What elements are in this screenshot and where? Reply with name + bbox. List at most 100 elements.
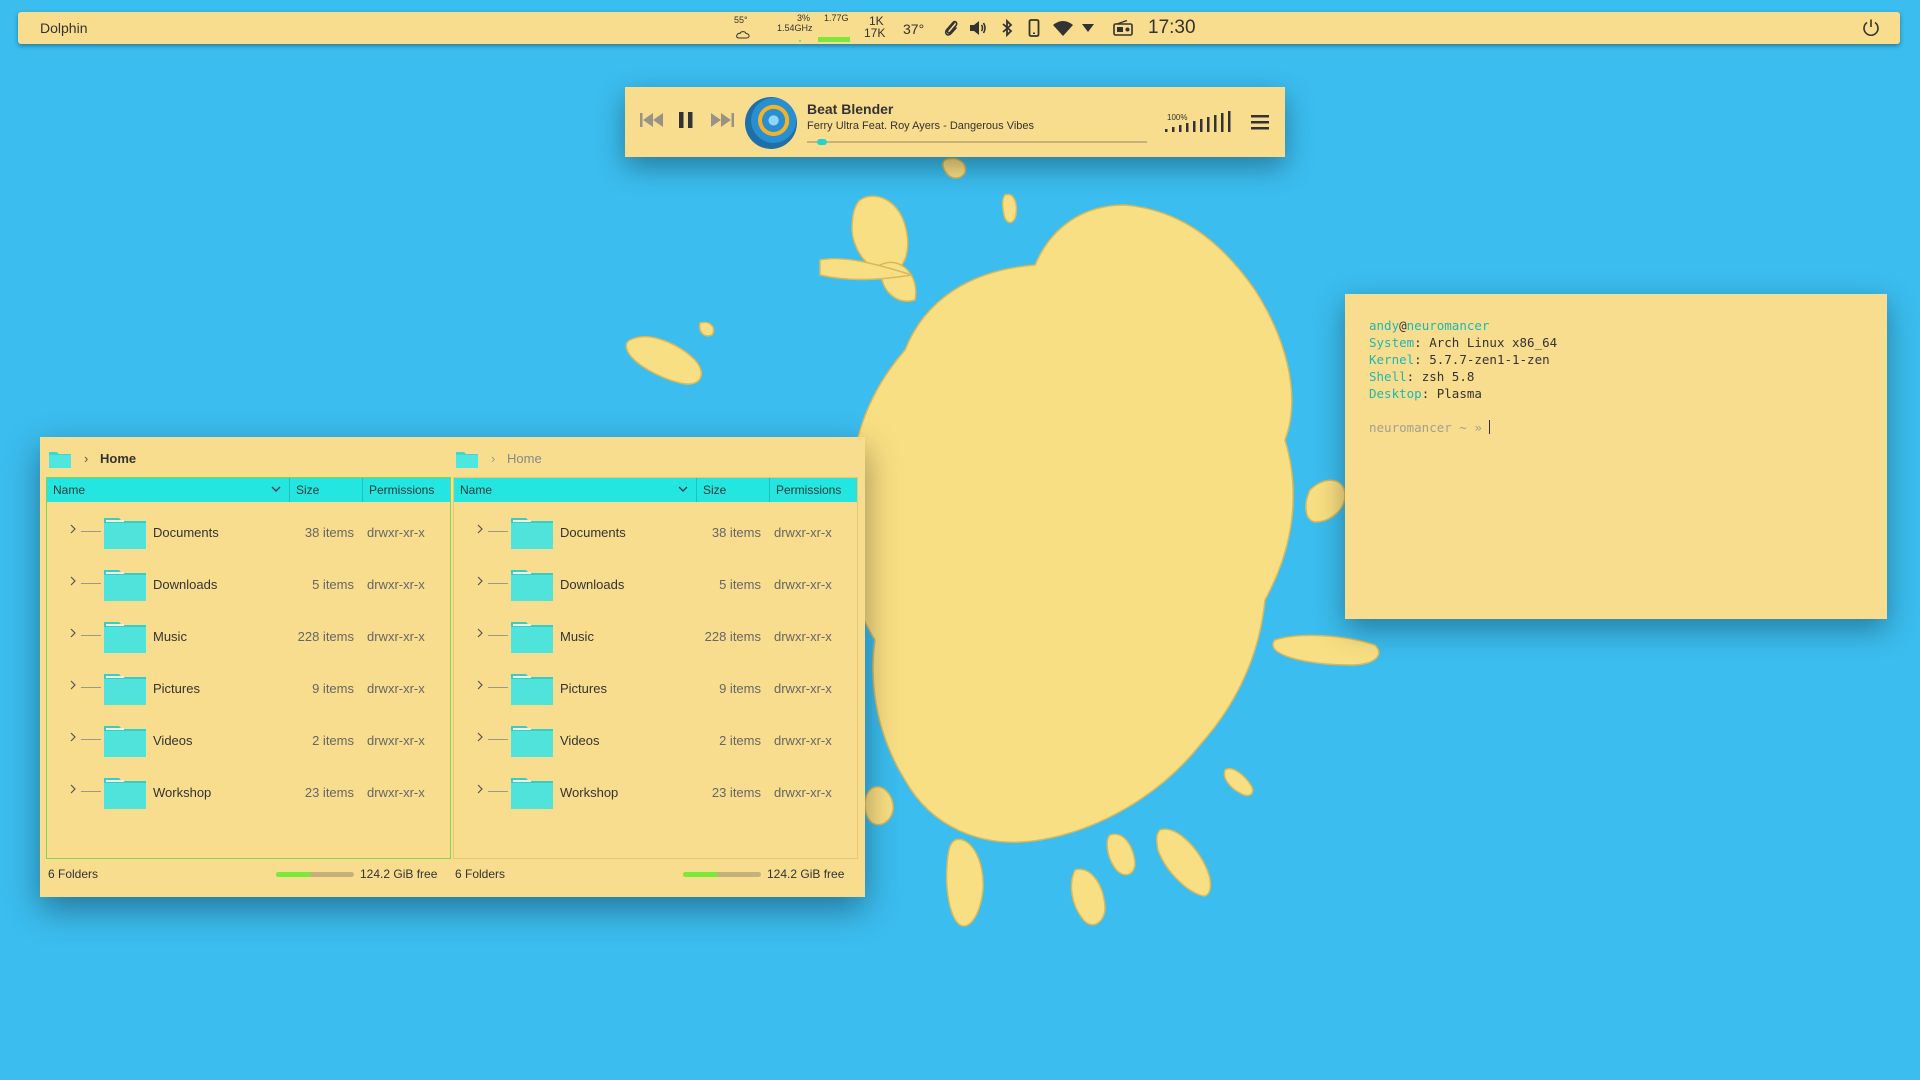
chevron-right-icon[interactable] <box>476 524 484 534</box>
radio-icon[interactable] <box>1113 20 1133 36</box>
active-app-name: Dolphin <box>40 20 88 36</box>
terminal-user-line: andy@neuromancer <box>1369 318 1489 333</box>
file-list-view[interactable]: Name Size Permissions Documents 38 items… <box>46 477 451 859</box>
column-name-label: Name <box>460 483 493 497</box>
file-name: Pictures <box>153 681 200 696</box>
table-row[interactable]: Pictures 9 items drwxr-xr-x <box>47 662 450 714</box>
table-row[interactable]: Videos 2 items drwxr-xr-x <box>454 714 857 766</box>
next-track-icon[interactable] <box>709 111 735 129</box>
table-row[interactable]: Documents 38 items drwxr-xr-x <box>47 506 450 558</box>
folder-icon <box>511 726 553 757</box>
breadcrumb-home[interactable]: Home <box>100 451 136 466</box>
file-size: 23 items <box>304 785 354 800</box>
chevron-right-icon[interactable] <box>69 628 77 638</box>
chevron-right-icon[interactable] <box>476 576 484 586</box>
file-name: Pictures <box>560 681 607 696</box>
chevron-right-icon[interactable] <box>69 680 77 690</box>
info-key: Desktop <box>1369 386 1422 401</box>
file-name: Documents <box>560 525 626 540</box>
file-size: 2 items <box>719 733 761 748</box>
power-icon[interactable] <box>1861 18 1881 38</box>
network-widget[interactable]: 1K 17K <box>861 15 891 43</box>
file-permissions: drwxr-xr-x <box>367 577 425 592</box>
chevron-right-icon[interactable] <box>69 576 77 586</box>
column-permissions[interactable]: Permissions <box>362 478 452 502</box>
table-row[interactable]: Downloads 5 items drwxr-xr-x <box>47 558 450 610</box>
column-permissions[interactable]: Permissions <box>769 478 859 502</box>
hamburger-menu-icon[interactable] <box>1250 113 1270 131</box>
file-size: 5 items <box>719 577 761 592</box>
file-name: Videos <box>153 733 193 748</box>
terminal-info-line: System: Arch Linux x86_64 <box>1369 335 1558 350</box>
chevron-right-icon: › <box>491 451 496 466</box>
volume-level-icon[interactable] <box>1165 111 1241 133</box>
chevron-right-icon[interactable] <box>476 680 484 690</box>
folder-icon[interactable] <box>455 449 479 469</box>
column-name[interactable]: Name <box>454 478 696 502</box>
file-permissions: drwxr-xr-x <box>774 629 832 644</box>
chevron-right-icon[interactable] <box>476 732 484 742</box>
previous-track-icon[interactable] <box>639 111 665 129</box>
cpu-frequency: 1.54GHz <box>777 23 813 33</box>
column-size-label: Size <box>703 483 727 497</box>
temperature-widget[interactable]: 37° <box>903 21 924 37</box>
chevron-right-icon[interactable] <box>476 784 484 794</box>
wifi-icon[interactable] <box>1052 20 1074 36</box>
cpu-widget[interactable]: 3% 1.54GHz <box>773 14 813 42</box>
table-row[interactable]: Workshop 23 items drwxr-xr-x <box>47 766 450 818</box>
triangle-down-icon[interactable] <box>1082 24 1094 32</box>
phone-icon[interactable] <box>1028 19 1040 37</box>
clock[interactable]: 17:30 <box>1148 17 1196 39</box>
chevron-right-icon[interactable] <box>69 524 77 534</box>
terminal-window[interactable]: andy@neuromancer System: Arch Linux x86_… <box>1345 294 1887 619</box>
table-row[interactable]: Pictures 9 items drwxr-xr-x <box>454 662 857 714</box>
breadcrumb-home[interactable]: Home <box>507 451 542 466</box>
terminal-prompt-line[interactable]: neuromancer ~ » <box>1369 420 1491 435</box>
cpu-usage: 3% <box>797 13 811 23</box>
chevron-down-icon[interactable] <box>678 486 688 493</box>
chevron-down-icon[interactable] <box>271 486 281 493</box>
folder-icon[interactable] <box>48 449 72 469</box>
table-row[interactable]: Music 228 items drwxr-xr-x <box>47 610 450 662</box>
table-row[interactable]: Documents 38 items drwxr-xr-x <box>454 506 857 558</box>
tree-line <box>488 739 508 740</box>
track-progress-handle[interactable] <box>817 139 828 145</box>
track-artist: Ferry Ultra Feat. Roy Ayers - Dangerous … <box>807 120 1035 132</box>
table-row[interactable]: Downloads 5 items drwxr-xr-x <box>454 558 857 610</box>
chevron-right-icon[interactable] <box>69 732 77 742</box>
right-pane: › Home Name Size Permissions Documents 3… <box>453 437 860 897</box>
info-key: Shell <box>1369 369 1407 384</box>
table-row[interactable]: Music 228 items drwxr-xr-x <box>454 610 857 662</box>
album-art <box>745 97 797 149</box>
terminal-user: andy <box>1369 318 1400 333</box>
paperclip-icon[interactable] <box>943 19 959 37</box>
tree-line <box>488 687 508 688</box>
track-progress[interactable] <box>807 139 1147 145</box>
info-value: Plasma <box>1436 386 1482 401</box>
pause-icon[interactable] <box>677 111 695 129</box>
weather-widget[interactable]: 55° <box>734 16 764 42</box>
file-list-view[interactable]: Name Size Permissions Documents 38 items… <box>453 477 858 859</box>
file-size: 228 items <box>297 629 354 644</box>
chevron-right-icon[interactable] <box>476 628 484 638</box>
terminal-info-line: Shell: zsh 5.8 <box>1369 369 1475 384</box>
column-name-label: Name <box>53 483 86 497</box>
folder-icon <box>104 570 146 601</box>
free-space: 124.2 GiB free <box>767 867 845 881</box>
file-permissions: drwxr-xr-x <box>367 681 425 696</box>
table-row[interactable]: Videos 2 items drwxr-xr-x <box>47 714 450 766</box>
table-row[interactable]: Workshop 23 items drwxr-xr-x <box>454 766 857 818</box>
disk-space-bar <box>683 872 761 877</box>
status-bar: 6 Folders 124.2 GiB free <box>46 867 451 885</box>
column-name[interactable]: Name <box>47 478 289 502</box>
memory-widget[interactable]: 1.77G <box>818 14 852 42</box>
column-size[interactable]: Size <box>696 478 769 502</box>
column-size[interactable]: Size <box>289 478 362 502</box>
bluetooth-icon[interactable] <box>1000 19 1014 37</box>
folder-icon <box>104 674 146 705</box>
media-player: Beat Blender Ferry Ultra Feat. Roy Ayers… <box>625 87 1285 157</box>
volume-icon[interactable] <box>969 20 987 36</box>
disk-space-bar <box>276 872 354 877</box>
free-space: 124.2 GiB free <box>360 867 438 881</box>
chevron-right-icon[interactable] <box>69 784 77 794</box>
